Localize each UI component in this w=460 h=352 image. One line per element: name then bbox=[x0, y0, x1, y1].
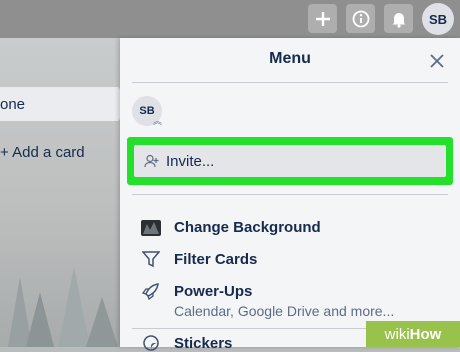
change-background-item[interactable]: Change Background bbox=[140, 218, 321, 236]
info-icon bbox=[352, 10, 369, 27]
menu-title: Menu bbox=[269, 50, 311, 67]
user-avatar[interactable]: SB bbox=[422, 3, 454, 35]
rocket-icon bbox=[140, 282, 162, 300]
background-image-icon bbox=[140, 218, 162, 236]
add-button[interactable] bbox=[308, 4, 337, 33]
invite-button[interactable]: Invite... bbox=[134, 145, 446, 177]
info-button[interactable] bbox=[346, 4, 375, 33]
add-icon bbox=[315, 11, 330, 26]
notifications-button[interactable] bbox=[384, 4, 413, 33]
top-header-bar: SB bbox=[0, 0, 460, 38]
board-menu-panel: Menu SB ︽ Invite... Change Background Fi… bbox=[120, 38, 460, 352]
divider bbox=[132, 194, 448, 195]
power-ups-item[interactable]: Power-Ups bbox=[140, 282, 252, 300]
add-member-icon bbox=[144, 154, 159, 168]
filter-icon bbox=[140, 250, 162, 268]
bell-icon bbox=[392, 12, 405, 28]
sticker-icon bbox=[140, 334, 162, 352]
admin-chevron-icon: ︽ bbox=[153, 116, 163, 126]
invite-label: Invite... bbox=[166, 152, 215, 170]
forest-background-image bbox=[8, 267, 118, 347]
list-card[interactable]: one bbox=[0, 87, 120, 121]
power-ups-description: Calendar, Google Drive and more... bbox=[174, 303, 395, 319]
board-canvas: one + Add a card bbox=[0, 38, 120, 347]
close-icon[interactable] bbox=[430, 54, 444, 68]
stickers-item[interactable]: Stickers bbox=[140, 334, 232, 352]
divider bbox=[132, 82, 448, 83]
wikihow-watermark: wiki How bbox=[366, 321, 460, 347]
add-card-button[interactable]: + Add a card bbox=[0, 140, 120, 164]
card-title: one bbox=[0, 95, 26, 113]
filter-cards-item[interactable]: Filter Cards bbox=[140, 250, 257, 268]
